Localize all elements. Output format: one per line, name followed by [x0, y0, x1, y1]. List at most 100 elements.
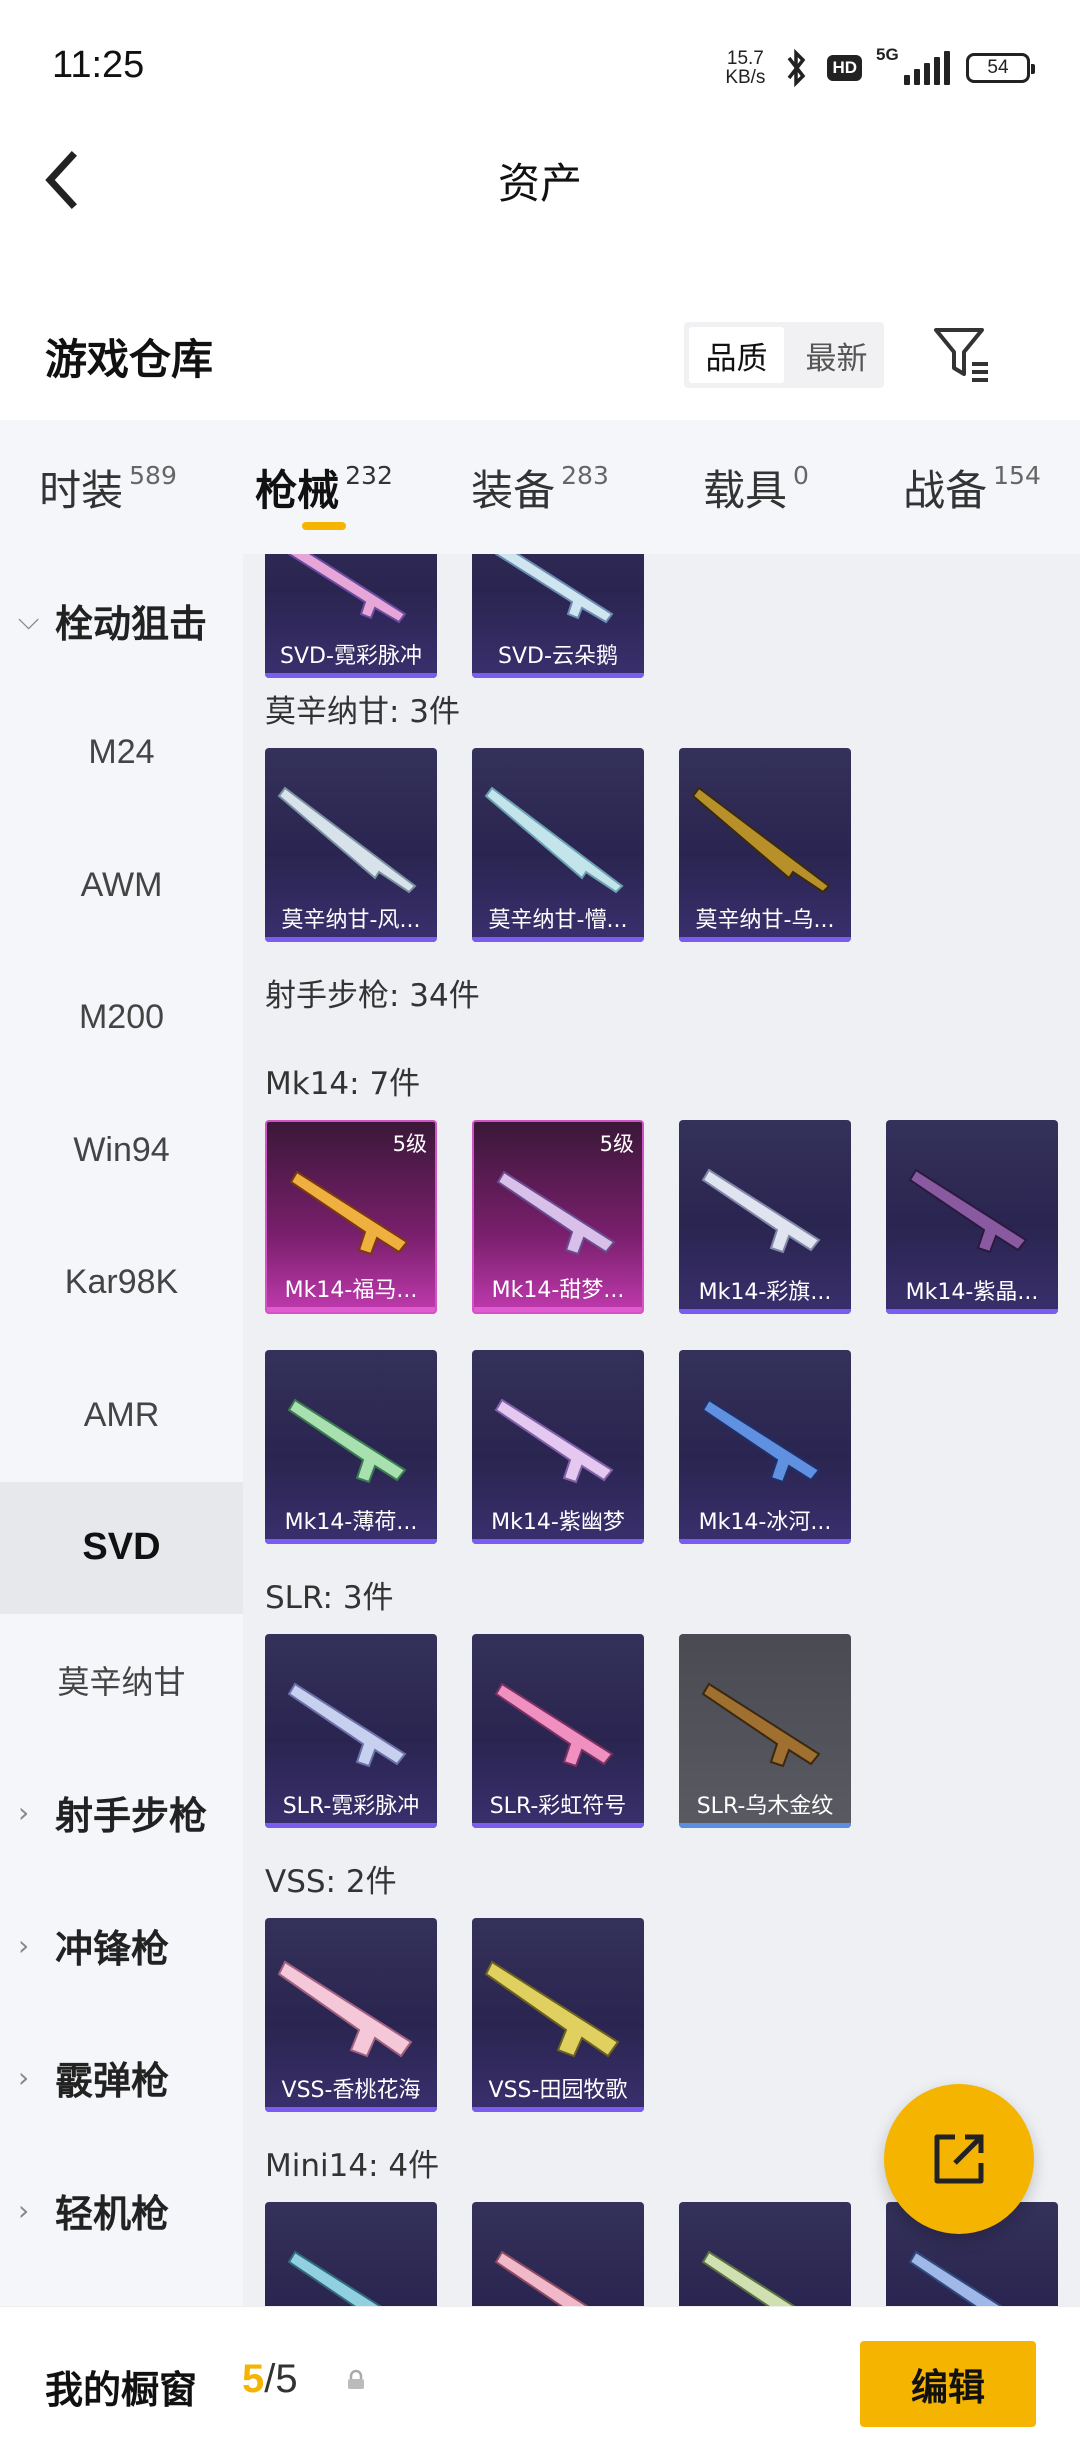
skin-card[interactable]: Mk14-冰河...	[679, 1350, 851, 1544]
skin-name: VSS-田园牧歌	[488, 2078, 628, 2103]
lock-icon	[348, 2369, 364, 2389]
skin-card[interactable]: Mk14-薄荷...	[265, 1350, 437, 1544]
skin-card[interactable]	[679, 2202, 851, 2306]
tab-count: 232	[345, 460, 393, 490]
rifle-icon	[277, 786, 417, 894]
chevron-right-icon: ›	[18, 1796, 30, 1830]
app-header: 资产	[0, 130, 1080, 230]
chevron-right-icon: ›	[18, 2193, 30, 2227]
sidebar-item-svd[interactable]: SVD	[0, 1481, 243, 1614]
tab-count: 154	[993, 460, 1041, 490]
tab-label: 载具	[703, 465, 788, 515]
tab-guns[interactable]: 枪械 232	[216, 420, 432, 554]
tab-equipment[interactable]: 装备 283	[432, 420, 648, 554]
rifle-icon	[701, 1398, 821, 1484]
skin-card[interactable]: Mk14-紫晶...	[886, 1120, 1058, 1314]
sidebar-item-kar98k[interactable]: Kar98K	[0, 1217, 243, 1350]
tab-label: 装备	[471, 465, 556, 515]
edit-button[interactable]: 编辑	[860, 2341, 1036, 2427]
skin-name: SLR-霓彩脉冲	[282, 1794, 420, 1819]
skin-card[interactable]: 5级 Mk14-福马...	[265, 1120, 437, 1314]
skin-card[interactable]: SVD-云朵鹅	[472, 554, 644, 678]
skin-name: Mk14-紫幽梦	[491, 1510, 625, 1535]
skin-name: Mk14-紫晶...	[905, 1280, 1039, 1305]
tab-label: 时装	[39, 465, 124, 515]
status-icons: 15.7 KB/s HD 5G 54	[725, 44, 1035, 92]
rifle-icon	[287, 1398, 407, 1484]
skin-card[interactable]: 莫辛纳甘-懵...	[472, 748, 644, 942]
filter-button[interactable]	[930, 322, 994, 386]
network-type: 5G	[876, 45, 899, 64]
sidebar-item-amr[interactable]: AMR	[0, 1349, 243, 1482]
skin-card[interactable]: SLR-彩虹符号	[472, 1634, 644, 1828]
sidebar-item-m24[interactable]: M24	[0, 687, 243, 820]
share-icon	[934, 2134, 984, 2184]
rifle-icon	[484, 1960, 620, 2058]
tab-count: 589	[129, 460, 177, 490]
section-label-mosin: 莫辛纳甘: 3件	[265, 694, 461, 730]
tab-supplies[interactable]: 战备 154	[864, 420, 1080, 554]
skin-card[interactable]: Mk14-紫幽梦	[472, 1350, 644, 1544]
net-speed-value: 15.7	[726, 48, 764, 69]
sidebar-item-win94[interactable]: Win94	[0, 1084, 243, 1217]
sort-toggle: 品质 最新	[684, 322, 884, 388]
tab-active-indicator	[302, 522, 346, 530]
showcase-count-current: 5	[242, 2357, 265, 2401]
skin-card[interactable]	[472, 2202, 644, 2306]
page-title: 资产	[497, 159, 582, 208]
sidebar-group-dmr[interactable]: › 射手步枪	[0, 1747, 243, 1880]
skin-name: SVD-云朵鹅	[498, 644, 618, 669]
sort-quality-button[interactable]: 品质	[689, 327, 784, 383]
net-speed: 15.7 KB/s	[725, 49, 765, 87]
sidebar-group-shotgun[interactable]: › 霰弹枪	[0, 2012, 243, 2145]
skin-card[interactable]: SVD-霓彩脉冲	[265, 554, 437, 678]
rifle-icon	[496, 1170, 616, 1256]
skin-name: Mk14-甜梦...	[491, 1278, 625, 1303]
sidebar-group-label: 轻机枪	[55, 2191, 170, 2236]
tab-vehicles[interactable]: 载具 0	[648, 420, 864, 554]
skin-name: VSS-香桃花海	[281, 2078, 421, 2103]
skin-card[interactable]	[265, 2202, 437, 2306]
chevron-down-icon: ⌵	[18, 603, 40, 637]
skin-card[interactable]: 莫辛纳甘-风...	[265, 748, 437, 942]
sidebar-item-mosin[interactable]: 莫辛纳甘	[0, 1614, 243, 1747]
sidebar-group-bolt-action[interactable]: ⌵ 栓动狙击	[0, 554, 243, 687]
sidebar-item-m200[interactable]: M200	[0, 952, 243, 1085]
skin-name: Mk14-彩旗...	[698, 1280, 832, 1305]
sidebar-item-awm[interactable]: AWM	[0, 819, 243, 952]
sidebar-group-label: 霰弹枪	[55, 2059, 170, 2104]
rifle-icon	[908, 1168, 1028, 1254]
rifle-icon	[287, 554, 407, 624]
skin-name: SLR-乌木金纹	[696, 1794, 834, 1819]
chevron-right-icon: ›	[18, 1928, 30, 1962]
skin-card[interactable]: VSS-田园牧歌	[472, 1918, 644, 2112]
share-button[interactable]	[884, 2084, 1034, 2234]
sidebar-group-smg[interactable]: › 冲锋枪	[0, 1879, 243, 2012]
skin-card[interactable]: VSS-香桃花海	[265, 1918, 437, 2112]
section-label-dmr: 射手步枪: 34件	[265, 978, 480, 1014]
rifle-icon	[287, 1682, 407, 1768]
sidebar-group-lmg[interactable]: › 轻机枪	[0, 2144, 243, 2277]
battery-icon: 54	[966, 53, 1035, 83]
rifle-icon	[691, 786, 831, 894]
rifle-icon	[287, 2250, 382, 2306]
rifle-icon	[494, 1682, 614, 1768]
rifle-icon	[484, 786, 624, 894]
skin-name: 莫辛纳甘-懵...	[488, 908, 628, 933]
rifle-icon	[701, 2250, 796, 2306]
filter-icon	[934, 328, 988, 382]
skin-card[interactable]: 5级 Mk14-甜梦...	[472, 1120, 644, 1314]
rifle-icon	[701, 1168, 821, 1254]
tab-fashion[interactable]: 时装 589	[0, 420, 216, 554]
skin-card[interactable]: 莫辛纳甘-乌...	[679, 748, 851, 942]
sidebar-group-label: 栓动狙击	[55, 601, 208, 646]
skin-card[interactable]: Mk14-彩旗...	[679, 1120, 851, 1314]
weapon-sidebar: ⌵ 栓动狙击 M24 AWM M200 Win94 Kar98K AMR SVD…	[0, 554, 243, 2306]
sort-newest-button[interactable]: 最新	[789, 322, 884, 388]
skin-card[interactable]: SLR-霓彩脉冲	[265, 1634, 437, 1828]
skin-name: 莫辛纳甘-风...	[281, 908, 421, 933]
rifle-icon	[494, 2250, 589, 2306]
showcase-count-total: /5	[264, 2357, 298, 2401]
showcase-bar: 我的橱窗 5/5 编辑	[0, 2306, 1080, 2460]
skin-card[interactable]: SLR-乌木金纹	[679, 1634, 851, 1828]
